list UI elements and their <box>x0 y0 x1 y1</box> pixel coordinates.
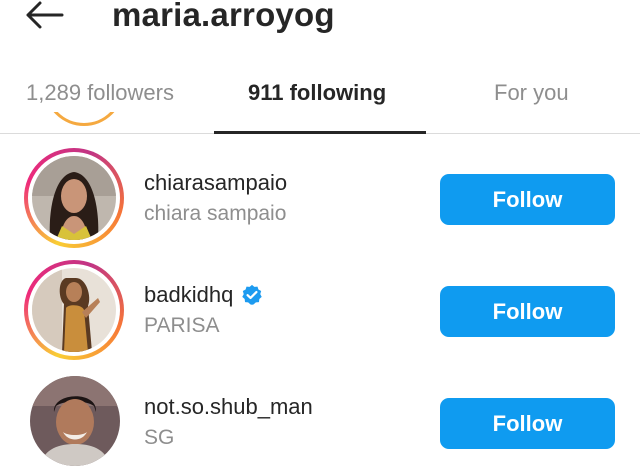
back-button[interactable] <box>24 0 68 34</box>
arrow-left-icon <box>26 1 64 29</box>
tab-for-you[interactable]: For you <box>494 80 569 106</box>
list-item: not.so.shub_man SG Follow <box>0 370 640 475</box>
story-ring[interactable] <box>24 260 124 360</box>
account-handle[interactable]: chiarasampaio <box>144 170 287 196</box>
list-item: badkidhq PARISA Follow <box>0 258 640 370</box>
account-handle[interactable]: badkidhq <box>144 282 263 308</box>
follow-button[interactable]: Follow <box>440 174 615 225</box>
avatar <box>32 156 116 240</box>
account-name: SG <box>144 426 175 449</box>
verified-badge-icon <box>242 284 263 305</box>
account-handle[interactable]: not.so.shub_man <box>144 394 313 420</box>
partial-story-ring <box>44 112 124 136</box>
story-ring[interactable] <box>24 148 124 248</box>
page-title: maria.arroyog <box>112 0 335 33</box>
follow-button[interactable]: Follow <box>440 286 615 337</box>
avatar <box>32 268 116 352</box>
list-item: chiarasampaio chiara sampaio Follow <box>0 146 640 258</box>
follow-button[interactable]: Follow <box>440 398 615 449</box>
avatar[interactable] <box>30 376 120 466</box>
account-name: PARISA <box>144 314 220 337</box>
tab-following[interactable]: 911 following <box>248 80 386 106</box>
active-tab-indicator <box>214 131 426 134</box>
account-name: chiara sampaio <box>144 202 287 225</box>
top-bar: maria.arroyog <box>0 0 640 40</box>
tab-followers[interactable]: 1,289 followers <box>26 80 174 106</box>
